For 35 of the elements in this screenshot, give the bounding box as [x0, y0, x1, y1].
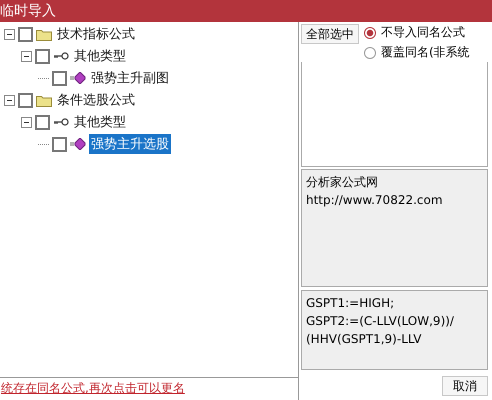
collapse-icon[interactable] — [4, 28, 15, 40]
tree-item[interactable]: 条件选股公式 — [55, 90, 137, 110]
diamond-icon — [70, 138, 86, 150]
cancel-button[interactable]: 取消 — [442, 376, 488, 396]
tree-checkbox[interactable] — [35, 48, 50, 64]
formula-line: GSPT2:=(C-LLV(LOW,9))/ — [306, 313, 455, 330]
key-icon — [53, 52, 69, 60]
diamond-icon — [70, 72, 86, 84]
formula-line: (HHV(GSPT1,9)-LLV — [306, 331, 422, 348]
tree-checkbox[interactable] — [52, 70, 67, 86]
tree-item[interactable]: 其他类型 — [72, 46, 128, 66]
key-icon — [53, 118, 69, 126]
folder-icon — [36, 28, 52, 40]
tree-item[interactable]: 强势主升选股 — [89, 134, 171, 154]
option-label[interactable]: 覆盖同名(非系统 — [381, 44, 470, 61]
window-title: 临时导入 — [0, 2, 56, 20]
tree-checkbox[interactable] — [52, 136, 67, 152]
radio-button[interactable] — [364, 26, 376, 38]
collapse-icon[interactable] — [21, 50, 32, 62]
formula-line: GSPT1:=HIGH; — [306, 295, 396, 312]
tree-item[interactable]: 其他类型 — [72, 112, 128, 132]
option-label[interactable]: 不导入同名公式 — [381, 24, 465, 41]
folder-icon — [36, 94, 52, 106]
status-message: 统存在同名公式,再次点击可以更名 — [1, 380, 186, 397]
tree-checkbox[interactable] — [35, 114, 50, 130]
info-text: 分析家公式网 — [306, 174, 379, 191]
info-text: http://www.70822.com — [306, 192, 444, 209]
collapse-icon[interactable] — [4, 94, 15, 106]
tree-item[interactable]: 强势主升副图 — [89, 68, 171, 88]
tree-checkbox[interactable] — [18, 92, 33, 108]
select-all-button[interactable]: 全部选中 — [301, 24, 359, 44]
collapse-icon[interactable] — [21, 116, 32, 128]
radio-button[interactable] — [364, 46, 376, 58]
tree-checkbox[interactable] — [18, 26, 33, 42]
tree-item[interactable]: 技术指标公式 — [55, 24, 137, 44]
